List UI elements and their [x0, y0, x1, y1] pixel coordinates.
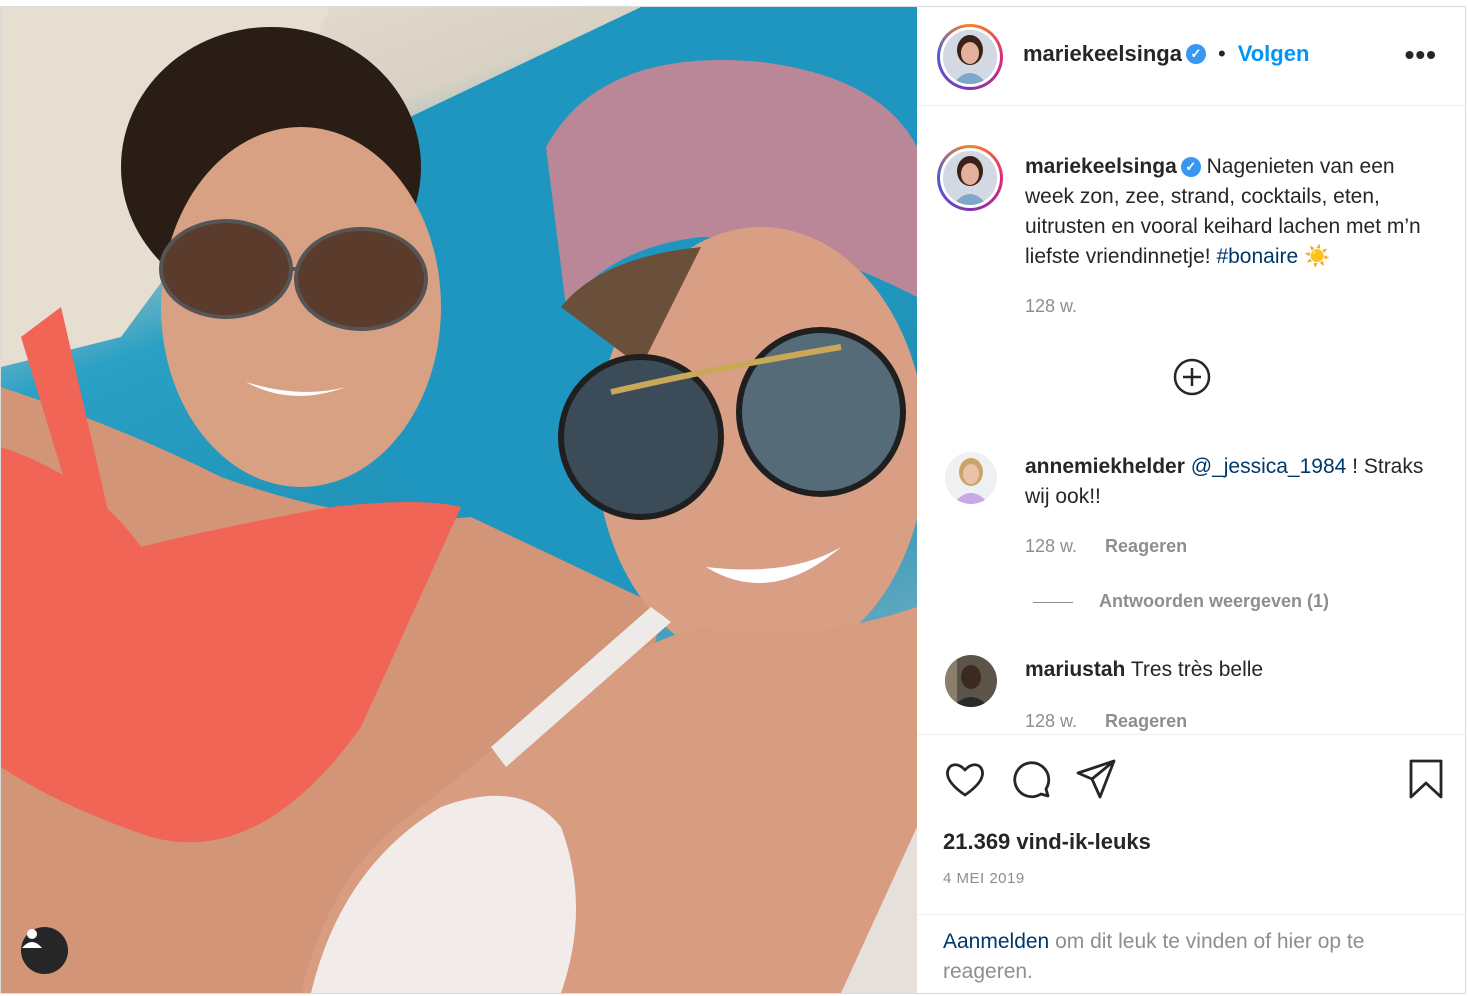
comment-button[interactable]	[1009, 757, 1053, 801]
plus-circle-icon	[1173, 358, 1211, 396]
tagged-users-button[interactable]	[21, 927, 68, 974]
instagram-post: mariekeelsinga ✓ • Volgen ••• mariekeels…	[0, 6, 1466, 994]
post-header: mariekeelsinga ✓ • Volgen •••	[917, 7, 1465, 106]
verified-badge-icon: ✓	[1185, 44, 1206, 64]
avatar-image	[943, 30, 997, 84]
photo-illustration	[1, 7, 917, 993]
avatar-image	[943, 151, 997, 205]
reply-button[interactable]: Reageren	[1105, 536, 1187, 556]
like-button[interactable]	[943, 757, 987, 801]
likes-count[interactable]: 21.369 vind-ik-leuks	[943, 829, 1151, 855]
commenter-avatar[interactable]	[945, 655, 997, 707]
login-link[interactable]: Aanmelden	[943, 930, 1049, 953]
comment-1-meta: 128 w. Reageren	[1025, 536, 1187, 557]
post-sidebar: mariekeelsinga ✓ • Volgen ••• mariekeels…	[917, 7, 1465, 993]
caption-time: 128 w.	[1025, 296, 1077, 317]
comment-body: Tres très belle	[1130, 658, 1264, 681]
login-prompt: Aanmelden om dit leuk te vinden of hier …	[917, 914, 1465, 993]
bookmark-icon	[1409, 759, 1443, 799]
comment-2-meta: 128 w. Reageren	[1025, 711, 1187, 732]
separator-dot: •	[1217, 41, 1226, 66]
comment-timestamp[interactable]: 128 w.	[1025, 711, 1077, 731]
author-avatar[interactable]	[937, 24, 1003, 90]
comment-timestamp[interactable]: 128 w.	[1025, 536, 1077, 556]
verified-badge-icon: ✓	[1180, 157, 1201, 178]
caption-hashtag[interactable]: #bonaire	[1216, 245, 1298, 268]
divider-line	[1033, 601, 1073, 603]
save-button[interactable]	[1405, 757, 1449, 801]
sun-emoji: ☀️	[1304, 245, 1331, 268]
share-icon	[1076, 759, 1116, 799]
reply-button[interactable]: Reageren	[1105, 711, 1187, 731]
user-icon	[22, 929, 42, 948]
post-photo[interactable]	[1, 7, 917, 993]
load-more-comments-button[interactable]	[1173, 358, 1211, 396]
post-actions: 21.369 vind-ik-leuks 4 MEI 2019	[917, 734, 1465, 915]
view-replies-label: Antwoorden weergeven (1)	[1099, 591, 1330, 611]
follow-button[interactable]: Volgen	[1238, 41, 1310, 67]
caption-username[interactable]: mariekeelsinga	[1025, 155, 1177, 178]
more-options-icon[interactable]: •••	[1405, 41, 1437, 69]
comments-section: mariekeelsinga ✓ Nagenieten van een week …	[917, 106, 1465, 734]
comment-1: annemiekhelder @_jessica_1984 ! Straks w…	[1025, 452, 1445, 512]
caption-text: mariekeelsinga ✓ Nagenieten van een week …	[1025, 152, 1445, 272]
comment-username[interactable]: mariustah	[1025, 658, 1125, 681]
comment-mention[interactable]: @_jessica_1984	[1191, 455, 1347, 478]
share-button[interactable]	[1074, 757, 1118, 801]
author-username[interactable]: mariekeelsinga	[1023, 41, 1182, 67]
post-date[interactable]: 4 MEI 2019	[943, 870, 1025, 887]
comment-username[interactable]: annemiekhelder	[1025, 455, 1185, 478]
comment-icon	[1013, 761, 1051, 799]
caption-timestamp[interactable]: 128 w.	[1025, 296, 1077, 316]
heart-icon	[946, 763, 984, 797]
commenter-avatar[interactable]	[945, 452, 997, 504]
caption-author-avatar[interactable]	[937, 145, 1003, 211]
comment-2: mariustah Tres très belle	[1025, 655, 1445, 685]
view-replies-button[interactable]: Antwoorden weergeven (1)	[1033, 591, 1329, 612]
